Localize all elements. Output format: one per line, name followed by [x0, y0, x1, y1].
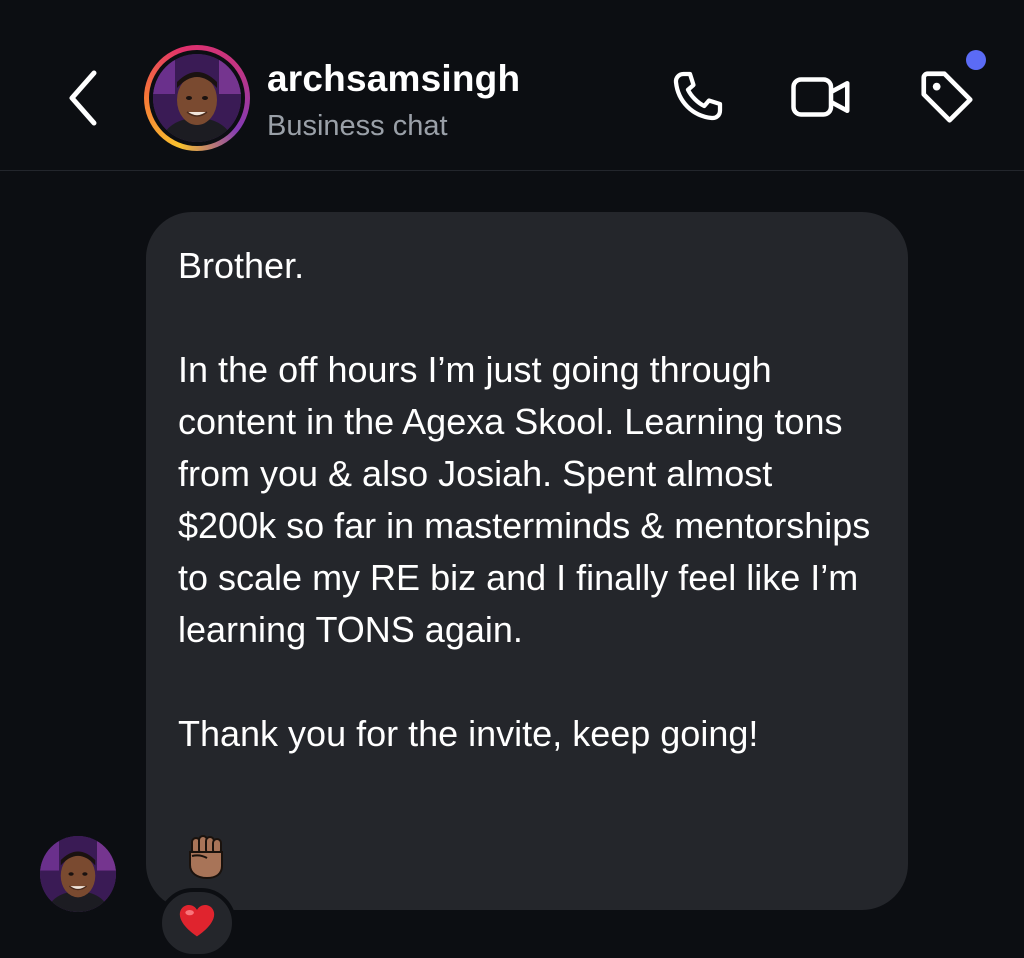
chat-header: archsamsingh Business chat	[0, 0, 1024, 171]
call-button[interactable]	[664, 64, 730, 130]
tag-icon	[921, 71, 973, 123]
raised-fist-icon	[180, 832, 230, 882]
profile-photo	[153, 54, 241, 142]
back-button[interactable]	[58, 68, 108, 128]
red-heart-icon	[179, 904, 215, 937]
profile-photo	[40, 836, 116, 912]
message-paragraph: In the off hours I’m just going through …	[178, 349, 871, 650]
header-avatar[interactable]	[144, 45, 250, 151]
message-reaction[interactable]	[158, 888, 236, 958]
notification-dot	[966, 50, 986, 70]
message-paragraph: Thank you for the invite, keep going!	[178, 713, 759, 754]
chevron-left-icon	[69, 70, 97, 126]
message-paragraph: Brother.	[178, 245, 305, 286]
phone-icon	[673, 71, 723, 121]
video-call-button[interactable]	[788, 64, 854, 130]
message-bubble[interactable]: Brother. In the off hours I’m just going…	[146, 212, 908, 910]
chat-username[interactable]: archsamsingh	[267, 58, 520, 100]
sender-avatar[interactable]	[40, 836, 116, 912]
chat-subtitle: Business chat	[267, 110, 448, 142]
label-button[interactable]	[914, 64, 980, 130]
video-camera-icon	[791, 77, 850, 117]
